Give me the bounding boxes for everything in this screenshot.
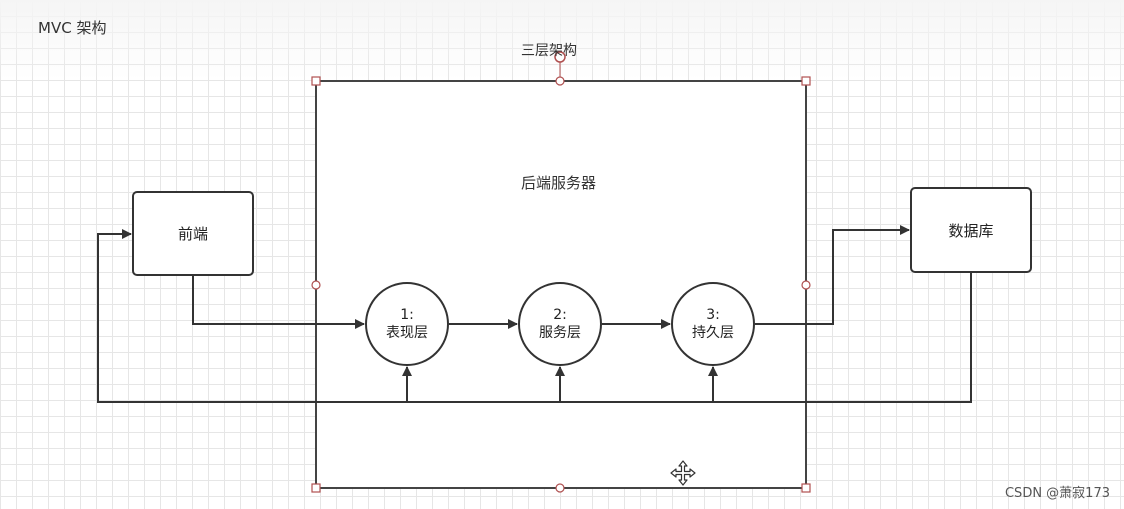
layer-number: 2: xyxy=(553,307,567,323)
resize-handle-left[interactable] xyxy=(311,280,321,290)
resize-handle-right[interactable] xyxy=(801,280,811,290)
database-label: 数据库 xyxy=(948,221,994,240)
page-title: MVC 架构 xyxy=(38,19,107,37)
layer-number: 1: xyxy=(400,307,414,323)
resize-handle-bottom-left[interactable] xyxy=(311,483,321,493)
resize-handle-bottom[interactable] xyxy=(555,483,565,493)
layer-name: 持久层 xyxy=(692,325,734,341)
layer-name: 服务层 xyxy=(539,325,581,341)
server-label: 后端服务器 xyxy=(521,174,597,192)
container-label: 三层架构 xyxy=(521,43,577,59)
frontend-label: 前端 xyxy=(177,225,208,243)
resize-handle-bottom-right[interactable] xyxy=(801,483,811,493)
move-cursor-icon xyxy=(670,460,696,486)
layer-label-3: 3: 持久层 xyxy=(672,283,754,365)
watermark: CSDN @萧寂173 xyxy=(1004,486,1110,501)
layer-name: 表现层 xyxy=(386,325,428,341)
layer-number: 3: xyxy=(706,307,720,323)
layer-label-2: 2: 服务层 xyxy=(519,283,601,365)
layer-label-1: 1: 表现层 xyxy=(366,283,448,365)
resize-handle-top[interactable] xyxy=(555,76,565,86)
resize-handle-top-left[interactable] xyxy=(311,76,321,86)
resize-handle-top-right[interactable] xyxy=(801,76,811,86)
